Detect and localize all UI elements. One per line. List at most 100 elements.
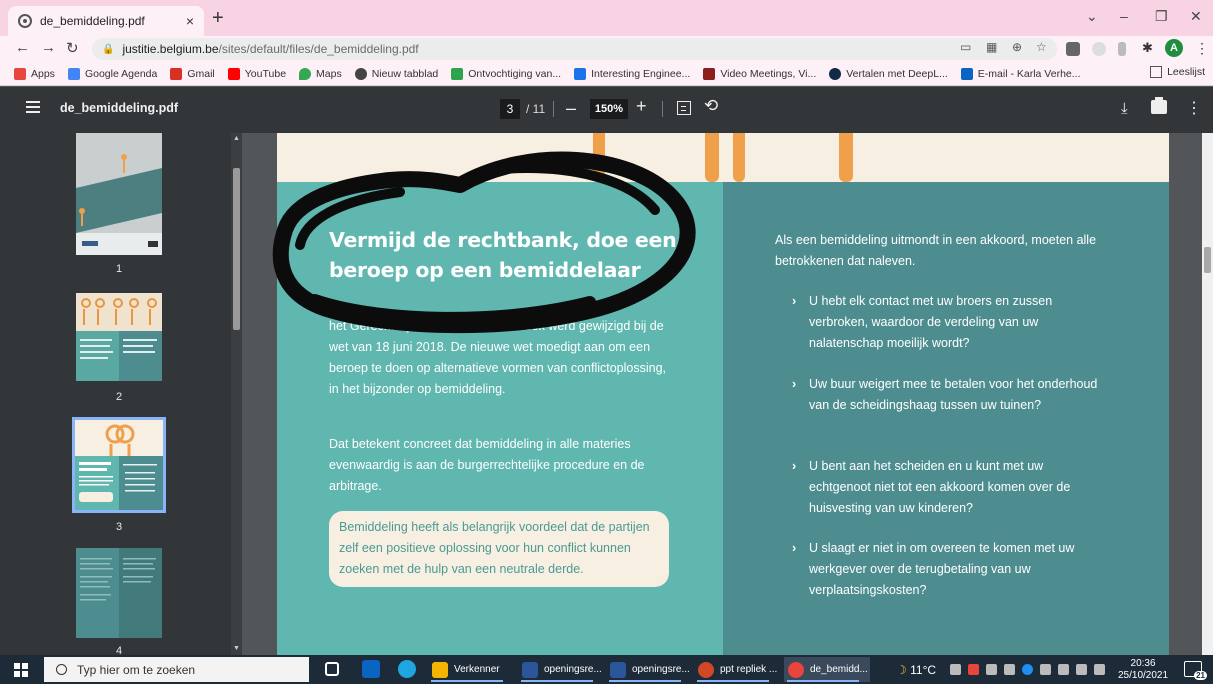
pdf-toolbar: de_bemiddeling.pdf 3 / 11 – 150% + ⟲ ⤓ ⋮	[0, 87, 1213, 133]
thumbnail-sidebar: 1 2 3 4	[0, 133, 242, 655]
taskbar-search-box[interactable]: Typ hier om te zoeken	[44, 657, 309, 682]
new-tab-button[interactable]: +	[212, 8, 224, 28]
illustration-shape	[705, 133, 719, 182]
close-window-icon[interactable]: ✕	[1190, 8, 1202, 25]
ink-annotation	[272, 151, 696, 334]
zoom-in-button[interactable]: +	[636, 96, 647, 117]
puzzle-icon[interactable]: ✱	[1142, 40, 1153, 56]
volume-icon[interactable]	[1094, 664, 1105, 675]
site-favicon-icon	[451, 67, 464, 80]
reload-icon[interactable]: ↻	[66, 39, 79, 57]
zoom-icon[interactable]: ⊕	[1012, 40, 1022, 54]
back-icon[interactable]: ←	[15, 39, 30, 56]
notification-icon[interactable]: 21	[1184, 661, 1207, 680]
bookmark-item[interactable]: Video Meetings, Vi...	[703, 67, 816, 80]
chevron-right-icon: ›	[792, 459, 797, 473]
browser-tab-strip: de_bemiddeling.pdf × + ⌄ – ❐ ✕	[0, 0, 1213, 36]
browser-menu-icon[interactable]: ⋮	[1195, 40, 1209, 57]
scroll-down-icon[interactable]: ▼	[233, 645, 240, 652]
chevron-right-icon: ›	[792, 541, 797, 555]
bookmark-item[interactable]: E-mail - Karla Verhe...	[960, 67, 1081, 80]
network-icon[interactable]	[1058, 664, 1069, 675]
taskbar-app[interactable]: de_bemidd...	[784, 657, 870, 682]
reading-list-button[interactable]: Leeslijst	[1150, 66, 1205, 78]
fit-page-icon[interactable]	[677, 101, 691, 115]
page-thumbnail-2[interactable]	[76, 293, 162, 381]
extension-icon[interactable]	[1118, 42, 1126, 56]
bookmark-star-icon[interactable]: ☆	[1036, 40, 1047, 54]
callout-box: Bemiddeling heeft als belangrijk voordee…	[329, 511, 669, 587]
outlook-icon	[960, 67, 973, 80]
forward-icon[interactable]: →	[41, 39, 56, 56]
taskbar-app[interactable]: openingsre...	[518, 657, 604, 682]
sidebar-menu-icon[interactable]	[26, 101, 40, 113]
bookmark-item[interactable]: Apps	[14, 67, 55, 80]
bookmark-item[interactable]: YouTube	[227, 67, 286, 80]
maximize-icon[interactable]: ❐	[1155, 8, 1168, 25]
qr-code-icon[interactable]: ▦	[986, 40, 997, 54]
taskbar-app[interactable]: Verkenner	[428, 657, 514, 682]
language-icon[interactable]	[1076, 664, 1087, 675]
document-scrollbar[interactable]	[1202, 133, 1213, 655]
cast-icon[interactable]: ▭	[960, 40, 971, 54]
scrollbar-thumb[interactable]	[233, 168, 240, 330]
toolbar-divider	[662, 101, 663, 117]
url-text: justitie.belgium.be/sites/default/files/…	[122, 42, 419, 56]
more-options-icon[interactable]: ⋮	[1186, 98, 1202, 118]
search-icon	[56, 664, 67, 675]
zoom-out-button[interactable]: –	[566, 98, 576, 119]
bookmark-item[interactable]: Gmail	[170, 67, 215, 80]
taskbar-app[interactable]: openingsre...	[606, 657, 692, 682]
tab-search-icon[interactable]: ⌄	[1086, 8, 1098, 25]
zoom-level-input[interactable]: 150%	[590, 99, 628, 119]
page-thumbnail-1[interactable]	[76, 133, 162, 255]
thumbnail-number: 4	[115, 645, 123, 655]
page-thumbnail-3[interactable]	[72, 417, 166, 513]
rotate-icon[interactable]: ⟲	[704, 96, 718, 116]
youtube-icon	[227, 67, 240, 80]
page-number-input[interactable]: 3	[500, 99, 520, 119]
powerpoint-icon	[698, 661, 714, 678]
profile-avatar[interactable]: A	[1165, 39, 1183, 57]
thumbnail-number: 2	[115, 391, 123, 403]
scroll-up-icon[interactable]: ▲	[233, 135, 240, 142]
browser-tab[interactable]: de_bemiddeling.pdf ×	[8, 6, 204, 36]
bookmark-item[interactable]: Maps	[299, 67, 342, 80]
illustration-shape	[839, 133, 853, 182]
lock-icon: 🔒	[102, 43, 115, 55]
scrollbar-thumb[interactable]	[1204, 247, 1211, 273]
windows-taskbar: Typ hier om te zoeken Verkenner openings…	[0, 655, 1213, 684]
tray-icon[interactable]	[986, 664, 997, 675]
bookmark-item[interactable]: Google Agenda	[67, 67, 157, 80]
page-thumbnail-4[interactable]	[76, 548, 162, 638]
minimize-icon[interactable]: –	[1120, 8, 1128, 24]
system-clock[interactable]: 20:36 25/10/2021	[1118, 658, 1168, 682]
weather-widget[interactable]: ☽ 11°C	[896, 663, 936, 677]
tray-icon[interactable]	[1004, 664, 1015, 675]
bookmark-item[interactable]: Ontvochtiging van...	[451, 67, 561, 80]
folder-icon	[432, 661, 448, 678]
extension-icon[interactable]	[1066, 42, 1080, 56]
extension-icon[interactable]	[1092, 42, 1106, 56]
bluetooth-icon[interactable]	[1022, 664, 1033, 675]
taskbar-app[interactable]: ppt repliek ...	[694, 657, 780, 682]
print-icon[interactable]	[1151, 97, 1167, 114]
tray-icon[interactable]	[968, 664, 979, 675]
thumbnail-number: 3	[115, 521, 123, 533]
tray-icon[interactable]	[950, 664, 961, 675]
task-view-icon[interactable]	[325, 662, 339, 676]
bookmark-item[interactable]: Nieuw tabblad	[354, 67, 438, 80]
battery-icon[interactable]	[1040, 664, 1051, 675]
address-bar[interactable]: 🔒 justitie.belgium.be/sites/default/file…	[92, 38, 1057, 60]
page-total: / 11	[526, 102, 546, 116]
windows-start-icon[interactable]	[14, 663, 28, 677]
edge-icon[interactable]	[398, 660, 416, 678]
outlook-icon[interactable]	[362, 660, 380, 678]
close-tab-button[interactable]: ×	[186, 13, 194, 29]
sidebar-scrollbar[interactable]: ▲ ▼	[231, 133, 242, 655]
bookmarks-bar: Apps Google Agenda Gmail YouTube Maps Ni…	[0, 62, 1213, 86]
bookmark-item[interactable]: Vertalen met DeepL...	[829, 67, 948, 80]
bookmark-item[interactable]: Interesting Enginee...	[574, 67, 690, 80]
download-icon[interactable]: ⤓	[1121, 100, 1128, 117]
bullet-item: › U hebt elk contact met uw broers en zus…	[792, 291, 1102, 354]
